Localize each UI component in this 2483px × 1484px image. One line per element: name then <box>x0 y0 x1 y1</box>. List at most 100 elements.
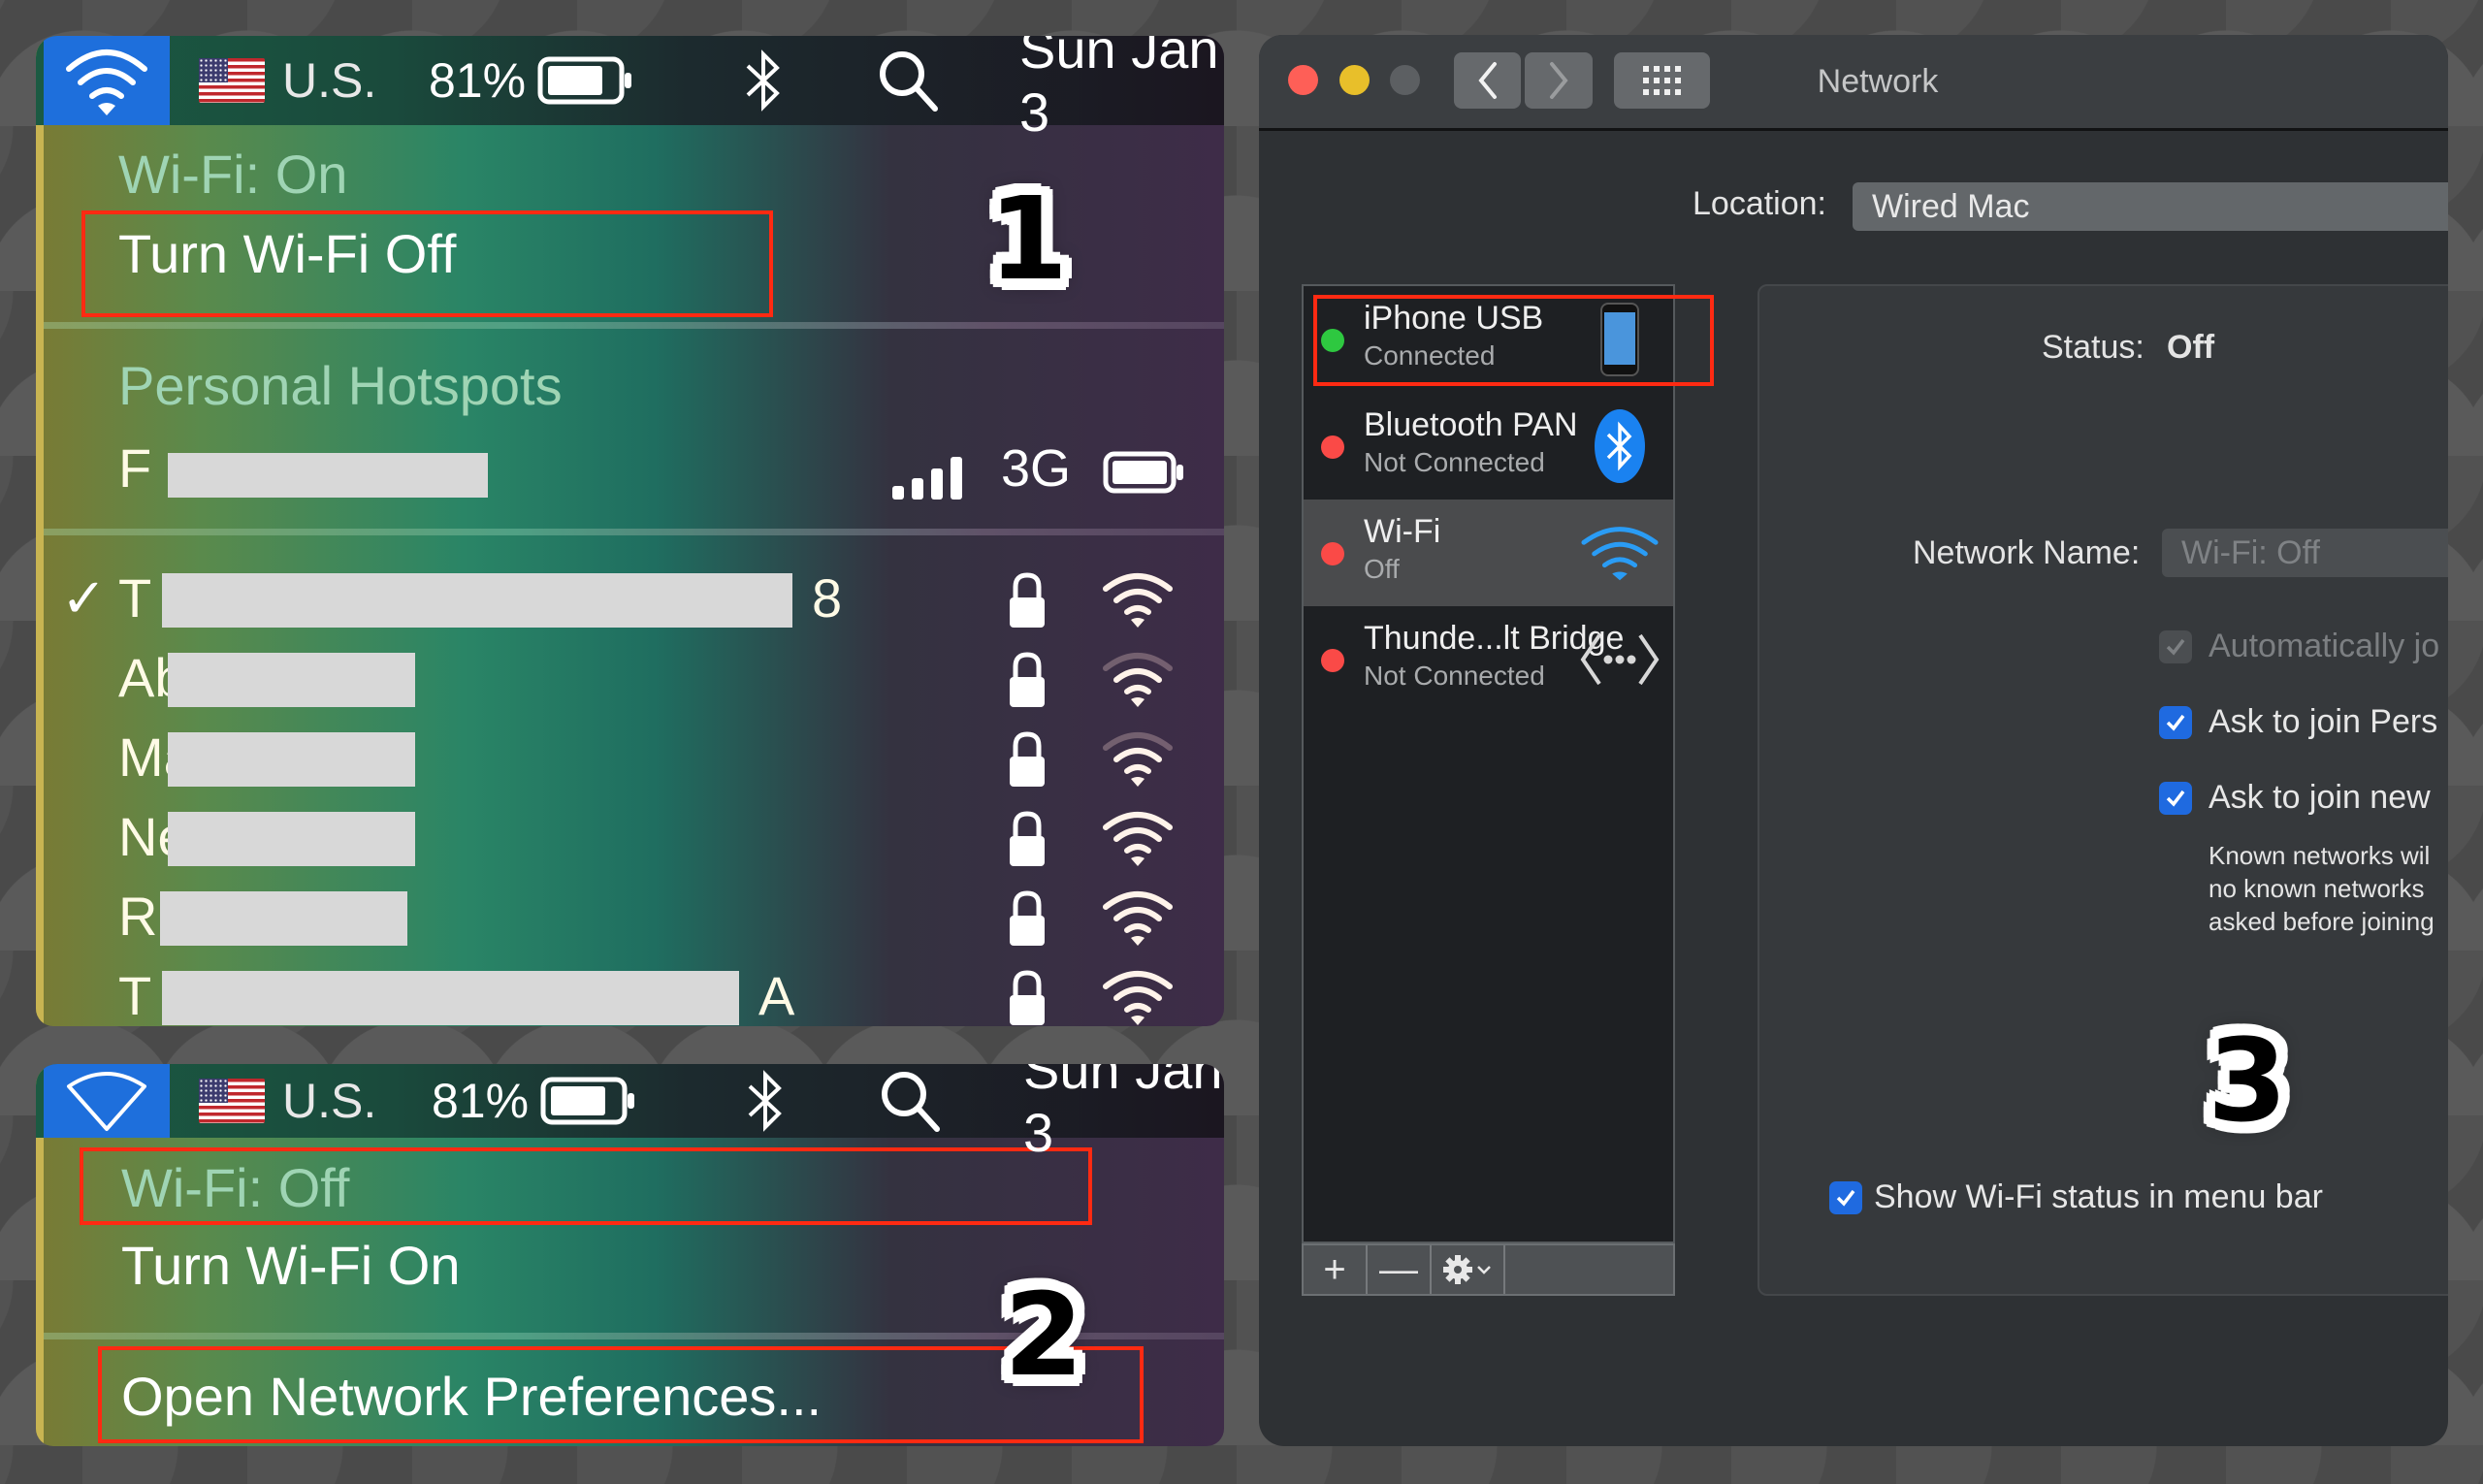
redacted-name <box>162 971 739 1025</box>
us-flag-icon <box>199 58 265 103</box>
annotation-box-iphone-usb <box>1313 295 1714 386</box>
ask-join-new-networks-checkbox[interactable] <box>2159 782 2192 815</box>
menu-bar: U.S. 81% Sun Jan 3 <box>36 36 1224 143</box>
battery-status[interactable]: 81% <box>432 1064 637 1138</box>
wifi-signal-icon <box>1103 891 1173 946</box>
connected-checkmark-icon: ✓ <box>61 567 107 629</box>
network-name-select: Wi-Fi: Off <box>2162 529 2448 577</box>
show-wifi-status-checkbox[interactable] <box>1829 1181 1862 1214</box>
wifi-menu-off-panel: U.S. 81% Sun Jan 3 Wi-Fi: Off Turn Wi-Fi… <box>36 1064 1224 1446</box>
join-note-line: no known networks <box>2209 874 2425 903</box>
step-badge-2: 2 <box>1004 1268 1084 1402</box>
input-source-label: U.S. <box>282 53 377 108</box>
menu-bar: U.S. 81% Sun Jan 3 <box>36 1064 1224 1163</box>
wifi-network-item[interactable]: Ri <box>36 878 1224 955</box>
window-title: Network <box>1817 63 1939 100</box>
show-wifi-status-label: Show Wi-Fi status in menu bar <box>1874 1178 2323 1215</box>
personal-hotspots-header: Personal Hotspots <box>118 355 563 416</box>
input-source[interactable]: U.S. <box>199 36 376 125</box>
bluetooth-icon <box>1595 409 1645 483</box>
service-item[interactable]: Bluetooth PAN Not Connected <box>1304 393 1673 500</box>
service-icon <box>1580 404 1660 488</box>
bluetooth-menu-extra[interactable] <box>742 36 785 125</box>
annotation-box-open-prefs <box>98 1346 1144 1443</box>
wifi-network-item[interactable]: Ma <box>36 719 1224 796</box>
lock-icon <box>1010 811 1045 866</box>
ask-join-personal-hotspots-checkbox[interactable] <box>2159 706 2192 739</box>
service-icon <box>1580 618 1660 701</box>
service-name: Wi-Fi <box>1364 513 1441 550</box>
status-dot-icon <box>1321 436 1344 459</box>
redacted-name <box>160 891 407 946</box>
wifi-network-item[interactable]: TA <box>36 957 1224 1026</box>
location-label: Location: <box>1693 185 1826 222</box>
wifi-signal-icon <box>1103 653 1173 707</box>
wifi-network-item[interactable]: Ab <box>36 639 1224 717</box>
step-badge-3: 3 <box>2208 1014 2288 1147</box>
input-source-label: U.S. <box>282 1074 377 1128</box>
wifi-signal-icon <box>1103 573 1173 628</box>
location-select[interactable]: Wired Mac <box>1853 182 2448 231</box>
remove-service-button[interactable]: — <box>1368 1245 1432 1294</box>
hotspot-network-type: 3G <box>1001 439 1072 498</box>
step-badge-1: 1 <box>988 172 1069 306</box>
network-name-label: Network Name: <box>1913 534 2141 571</box>
checkmark-icon <box>2166 790 2185 807</box>
input-source[interactable]: U.S. <box>199 1064 376 1138</box>
wifi-network-item[interactable]: Ne <box>36 798 1224 876</box>
wifi-menu-extra[interactable] <box>44 36 170 125</box>
status-dot-icon <box>1321 542 1344 565</box>
network-name-suffix: A <box>758 965 795 1026</box>
clock[interactable]: Sun Jan 3 <box>1019 36 1224 143</box>
redacted-name <box>168 653 415 707</box>
battery-status[interactable]: 81% <box>429 36 634 125</box>
add-service-button[interactable]: + <box>1304 1245 1368 1294</box>
network-name: T <box>118 965 152 1026</box>
join-note-line: Known networks wil <box>2209 841 2431 870</box>
wifi-signal-icon <box>1103 971 1173 1025</box>
service-item[interactable]: Wi-Fi Off <box>1304 500 1673 606</box>
lock-icon <box>1010 652 1045 707</box>
turn-wifi-on-item[interactable]: Turn Wi-Fi On <box>36 1234 460 1297</box>
battery-icon <box>537 56 632 105</box>
service-item[interactable]: Thunde...lt Bridge Not Connected <box>1304 606 1673 713</box>
spotlight-button[interactable] <box>877 1064 945 1138</box>
thunderbolt-bridge-icon <box>1580 633 1660 686</box>
network-preferences-window: Network Location: Wired Mac iPhone USB Co… <box>1259 35 2448 1446</box>
wifi-on-icon <box>66 49 147 115</box>
auto-join-label: Automatically jo <box>2209 628 2440 664</box>
search-icon <box>880 51 938 112</box>
action-menu-button[interactable] <box>1432 1245 1505 1294</box>
lock-icon <box>1010 970 1045 1025</box>
wifi-status-label: Wi-Fi: On <box>118 144 348 205</box>
chevron-down-icon <box>1477 1266 1491 1274</box>
wifi-detail-pane: Status: Off Network Name: Wi-Fi: Off Aut… <box>1757 284 2448 1296</box>
status-dot-icon <box>1321 649 1344 672</box>
battery-percent: 81% <box>432 1074 530 1128</box>
hotspot-item[interactable]: F 3G <box>36 430 1224 507</box>
checkmark-icon <box>1836 1189 1855 1207</box>
bluetooth-menu-extra[interactable] <box>744 1064 787 1138</box>
network-name-suffix: 8 <box>812 567 843 629</box>
menu-separator <box>44 529 1224 535</box>
menu-separator <box>44 322 1224 329</box>
checkmark-icon <box>2166 714 2185 731</box>
redacted-name <box>162 573 792 628</box>
redacted-name <box>168 812 415 866</box>
gear-icon <box>1443 1255 1472 1284</box>
clock-label: Sun Jan 3 <box>1019 36 1219 143</box>
cellular-signal-icon <box>892 457 962 500</box>
ask-join-new-networks-label: Ask to join new <box>2209 779 2431 816</box>
spotlight-button[interactable] <box>875 36 943 125</box>
wifi-menu-extra[interactable] <box>44 1064 170 1138</box>
wifi-off-icon <box>67 1072 146 1131</box>
service-toolbar: + — <box>1302 1243 1675 1296</box>
auto-join-checkbox <box>2159 630 2192 663</box>
redacted-name <box>168 453 488 498</box>
bluetooth-icon <box>748 1070 782 1132</box>
join-note-line: asked before joining <box>2209 907 2435 936</box>
ask-join-personal-hotspots-label: Ask to join Pers <box>2209 703 2438 740</box>
wifi-network-item[interactable]: ✓ T 8 <box>36 560 1224 637</box>
lock-icon <box>1010 890 1045 946</box>
clock[interactable]: Sun Jan 3 <box>1023 1064 1224 1163</box>
